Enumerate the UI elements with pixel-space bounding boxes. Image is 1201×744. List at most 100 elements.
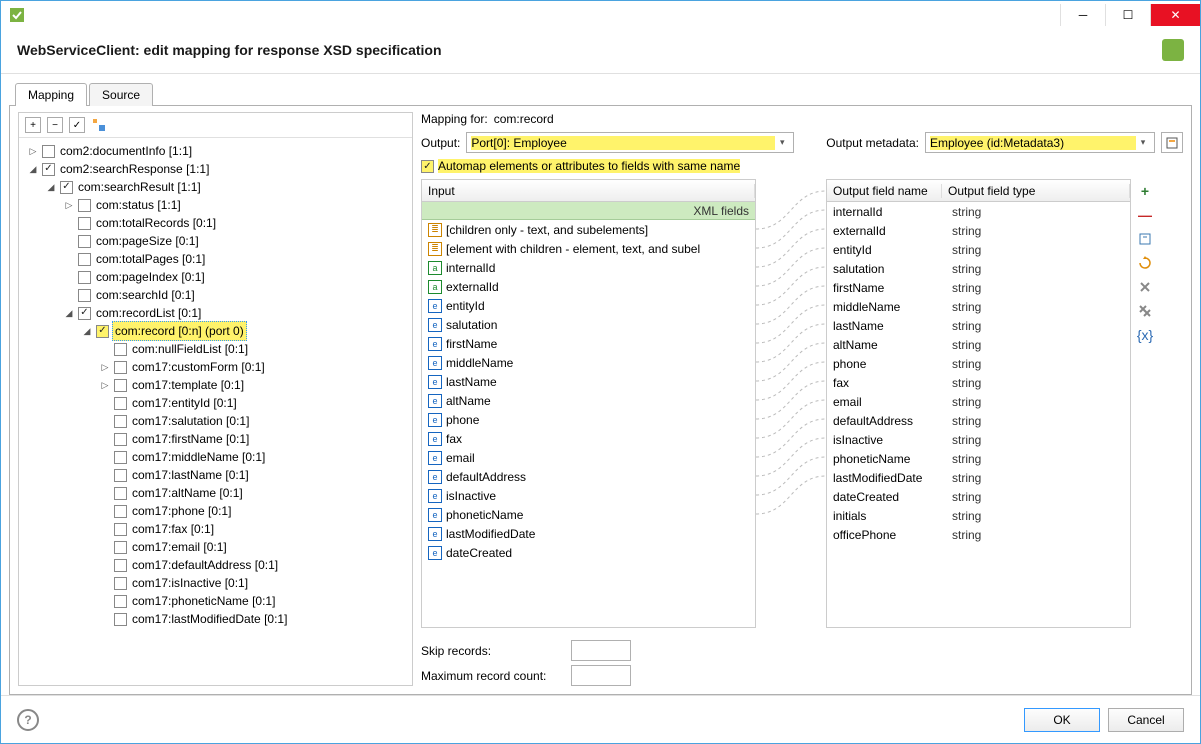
tree-checkbox[interactable] [114, 595, 127, 608]
input-field-row[interactable]: elastModifiedDate [422, 524, 755, 543]
tree-node[interactable]: com17:isInactive [0:1] [19, 574, 412, 592]
output-fields-list[interactable]: internalIdstringexternalIdstringentityId… [827, 202, 1130, 627]
tree-node[interactable]: com17:lastModifiedDate [0:1] [19, 610, 412, 628]
tree-node[interactable]: com17:altName [0:1] [19, 484, 412, 502]
tree-checkbox[interactable] [114, 451, 127, 464]
tree-checkbox[interactable] [114, 469, 127, 482]
input-field-row[interactable]: edateCreated [422, 543, 755, 562]
tree-checkbox[interactable] [114, 505, 127, 518]
tree-options-icon[interactable] [91, 117, 107, 133]
ok-button[interactable]: OK [1024, 708, 1100, 732]
tree-node[interactable]: com17:firstName [0:1] [19, 430, 412, 448]
tree-checkbox[interactable] [114, 361, 127, 374]
edit-metadata-button[interactable] [1161, 132, 1183, 153]
unmap-all-button[interactable] [1135, 301, 1155, 321]
expand-icon[interactable]: ◢ [27, 160, 39, 178]
tree-node[interactable]: ▷com17:customForm [0:1] [19, 358, 412, 376]
output-field-row[interactable]: altNamestring [827, 335, 1130, 354]
output-field-row[interactable]: entityIdstring [827, 240, 1130, 259]
input-field-row[interactable]: eentityId [422, 296, 755, 315]
output-field-row[interactable]: dateCreatedstring [827, 487, 1130, 506]
tree-node[interactable]: ▷com17:template [0:1] [19, 376, 412, 394]
tree-node[interactable]: com17:salutation [0:1] [19, 412, 412, 430]
tree-node[interactable]: ◢com:searchResult [1:1] [19, 178, 412, 196]
tree-node[interactable]: com17:phone [0:1] [19, 502, 412, 520]
output-field-row[interactable]: lastModifiedDatestring [827, 468, 1130, 487]
collapse-all-button[interactable]: − [47, 117, 63, 133]
input-field-row[interactable]: efirstName [422, 334, 755, 353]
automap-checkbox[interactable] [421, 160, 434, 173]
output-field-row[interactable]: internalIdstring [827, 202, 1130, 221]
expand-all-button[interactable]: + [25, 117, 41, 133]
input-field-row[interactable]: elastName [422, 372, 755, 391]
tree-checkbox[interactable] [78, 271, 91, 284]
tree-node[interactable]: ▷com:status [1:1] [19, 196, 412, 214]
tree-checkbox[interactable] [42, 163, 55, 176]
tree-node[interactable]: com17:email [0:1] [19, 538, 412, 556]
input-field-row[interactable]: eemail [422, 448, 755, 467]
input-fields-list[interactable]: ≣[children only - text, and subelements]… [422, 220, 755, 627]
tree-node[interactable]: com:totalRecords [0:1] [19, 214, 412, 232]
output-field-row[interactable]: officePhonestring [827, 525, 1130, 544]
tree-checkbox[interactable] [78, 289, 91, 302]
tree-node[interactable]: com17:middleName [0:1] [19, 448, 412, 466]
output-field-row[interactable]: emailstring [827, 392, 1130, 411]
tree-node[interactable]: ▷com2:documentInfo [1:1] [19, 142, 412, 160]
tree-checkbox[interactable] [114, 613, 127, 626]
tree-node[interactable]: com17:phoneticName [0:1] [19, 592, 412, 610]
check-all-button[interactable]: ✓ [69, 117, 85, 133]
help-button[interactable]: ? [17, 709, 39, 731]
tree-checkbox[interactable] [78, 217, 91, 230]
input-field-row[interactable]: aexternalId [422, 277, 755, 296]
input-field-row[interactable]: ephone [422, 410, 755, 429]
input-field-row[interactable]: ≣[element with children - element, text,… [422, 239, 755, 258]
output-field-row[interactable]: lastNamestring [827, 316, 1130, 335]
expand-icon[interactable]: ◢ [81, 322, 93, 340]
expand-icon[interactable]: ▷ [27, 142, 39, 160]
edit-field-button[interactable] [1135, 229, 1155, 249]
close-button[interactable]: ✕ [1150, 4, 1200, 26]
output-field-row[interactable]: salutationstring [827, 259, 1130, 278]
add-field-button[interactable]: + [1135, 181, 1155, 201]
tree-checkbox[interactable] [114, 433, 127, 446]
tree-checkbox[interactable] [96, 325, 109, 338]
expand-icon[interactable]: ◢ [63, 304, 75, 322]
input-field-row[interactable]: efax [422, 429, 755, 448]
skip-records-input[interactable] [571, 640, 631, 661]
tree-node[interactable]: ◢com2:searchResponse [1:1] [19, 160, 412, 178]
output-field-row[interactable]: defaultAddressstring [827, 411, 1130, 430]
tree-node[interactable]: ◢com:record [0:n] (port 0) [19, 322, 412, 340]
tree-checkbox[interactable] [78, 199, 91, 212]
max-record-input[interactable] [571, 665, 631, 686]
tree-node[interactable]: com17:entityId [0:1] [19, 394, 412, 412]
tree-node[interactable]: com17:fax [0:1] [19, 520, 412, 538]
tree-checkbox[interactable] [114, 415, 127, 428]
refresh-button[interactable] [1135, 253, 1155, 273]
tree-node[interactable]: com:searchId [0:1] [19, 286, 412, 304]
cancel-button[interactable]: Cancel [1108, 708, 1184, 732]
tree-checkbox[interactable] [114, 343, 127, 356]
maximize-button[interactable]: ☐ [1105, 4, 1150, 26]
output-field-row[interactable]: initialsstring [827, 506, 1130, 525]
tree-node[interactable]: ◢com:recordList [0:1] [19, 304, 412, 322]
input-field-row[interactable]: emiddleName [422, 353, 755, 372]
input-field-row[interactable]: esalutation [422, 315, 755, 334]
tree-checkbox[interactable] [114, 559, 127, 572]
tree-checkbox[interactable] [114, 577, 127, 590]
tree-checkbox[interactable] [60, 181, 73, 194]
output-field-row[interactable]: isInactivestring [827, 430, 1130, 449]
tree-checkbox[interactable] [78, 235, 91, 248]
output-field-row[interactable]: externalIdstring [827, 221, 1130, 240]
unmap-button[interactable] [1135, 277, 1155, 297]
output-metadata-combo[interactable]: Employee (id:Metadata3) ▾ [925, 132, 1155, 153]
tree-node[interactable]: com:nullFieldList [0:1] [19, 340, 412, 358]
tree-node[interactable]: com17:defaultAddress [0:1] [19, 556, 412, 574]
output-field-row[interactable]: faxstring [827, 373, 1130, 392]
variable-button[interactable]: {x} [1135, 325, 1155, 345]
output-field-row[interactable]: phonestring [827, 354, 1130, 373]
output-field-row[interactable]: firstNamestring [827, 278, 1130, 297]
input-field-row[interactable]: eisInactive [422, 486, 755, 505]
tab-mapping[interactable]: Mapping [15, 83, 87, 106]
tree-checkbox[interactable] [114, 379, 127, 392]
input-field-row[interactable]: ephoneticName [422, 505, 755, 524]
